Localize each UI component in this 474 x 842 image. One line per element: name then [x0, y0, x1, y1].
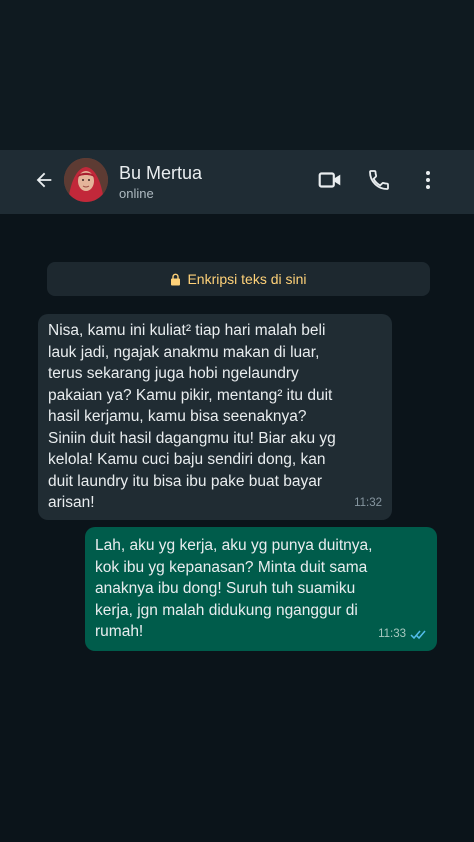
- contact-status: online: [119, 186, 154, 201]
- incoming-message[interactable]: Nisa, kamu ini kuliat² tiap hari malah b…: [38, 314, 392, 520]
- encryption-notice[interactable]: Enkripsi teks di sini: [47, 262, 430, 296]
- chat-area[interactable]: Enkripsi teks di sini Nisa, kamu ini kul…: [0, 214, 474, 842]
- message-text: Nisa, kamu ini kuliat² tiap hari malah b…: [48, 322, 336, 511]
- outgoing-message[interactable]: Lah, aku yg kerja, aku yg punya duitnya,…: [85, 527, 437, 651]
- video-call-button[interactable]: [316, 168, 344, 196]
- video-camera-icon: [317, 167, 343, 198]
- voice-call-button[interactable]: [365, 168, 393, 196]
- time-label: 11:33: [378, 627, 406, 640]
- more-vertical-icon: [416, 168, 440, 197]
- encryption-text: Enkripsi teks di sini: [187, 271, 307, 287]
- contact-name[interactable]: Bu Mertua: [119, 163, 202, 184]
- arrow-left-icon: [33, 169, 55, 196]
- status-area: [0, 0, 474, 150]
- chat-header: Bu Mertua online: [0, 150, 474, 214]
- double-check-icon: [410, 629, 427, 640]
- message-time: 11:32: [354, 493, 382, 515]
- lock-icon: [170, 273, 181, 286]
- back-button[interactable]: [30, 168, 58, 196]
- phone-icon: [367, 168, 391, 197]
- message-time: 11:33: [378, 624, 427, 646]
- avatar[interactable]: [64, 158, 108, 202]
- time-label: 11:32: [354, 496, 382, 509]
- more-options-button[interactable]: [414, 168, 442, 196]
- phone-screen: Bu Mertua online Enkripsi teks di sini N…: [0, 0, 474, 842]
